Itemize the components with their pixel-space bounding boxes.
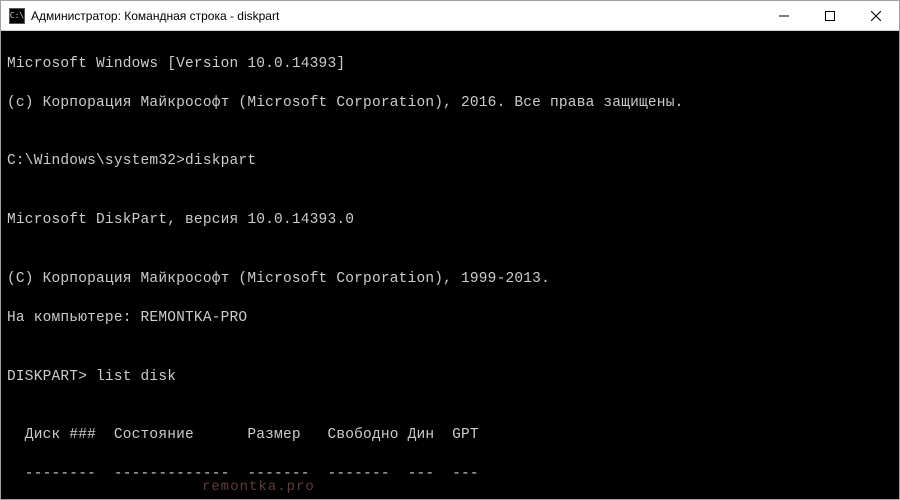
window-title: Администратор: Командная строка - diskpa… — [31, 9, 761, 23]
output-line: (с) Корпорация Майкрософт (Microsoft Cor… — [7, 94, 893, 114]
output-line: Microsoft DiskPart, версия 10.0.14393.0 — [7, 211, 893, 231]
close-button[interactable] — [853, 1, 899, 30]
prompt-line: C:\Windows\system32>diskpart — [7, 152, 893, 172]
output-line: На компьютере: REMONTKA-PRO — [7, 309, 893, 329]
maximize-button[interactable] — [807, 1, 853, 30]
table-separator: -------- ------------- ------- ------- -… — [7, 465, 893, 485]
maximize-icon — [825, 11, 835, 21]
console-window: C:\ Администратор: Командная строка - di… — [0, 0, 900, 500]
cmd-icon: C:\ — [9, 8, 25, 24]
terminal-output[interactable]: Microsoft Windows [Version 10.0.14393] (… — [1, 31, 899, 499]
output-line: (C) Корпорация Майкрософт (Microsoft Cor… — [7, 270, 893, 290]
prompt-line: DISKPART> list disk — [7, 368, 893, 388]
window-controls — [761, 1, 899, 30]
minimize-button[interactable] — [761, 1, 807, 30]
table-header: Диск ### Состояние Размер Свободно Дин G… — [7, 426, 893, 446]
output-line: Microsoft Windows [Version 10.0.14393] — [7, 55, 893, 75]
minimize-icon — [779, 11, 789, 21]
close-icon — [871, 11, 881, 21]
titlebar[interactable]: C:\ Администратор: Командная строка - di… — [1, 1, 899, 31]
